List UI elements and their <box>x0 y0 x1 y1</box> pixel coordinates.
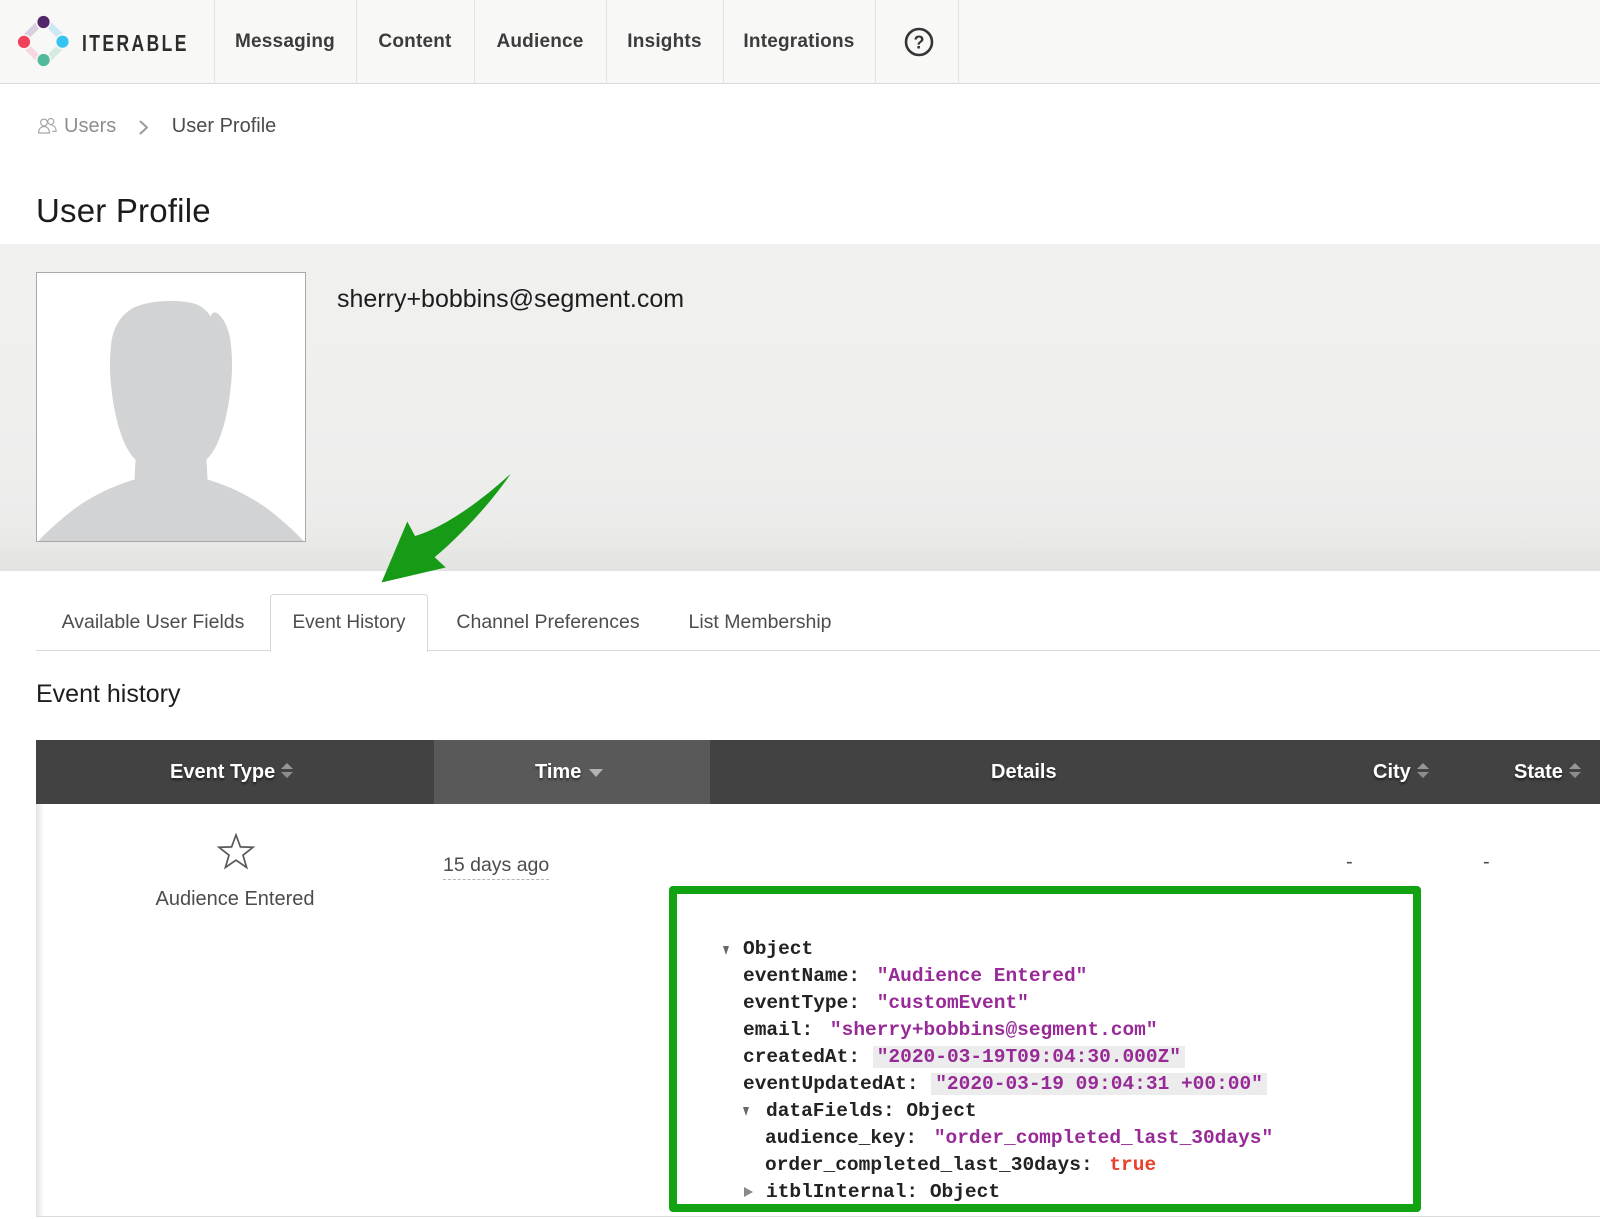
svg-text:?: ? <box>914 33 925 53</box>
